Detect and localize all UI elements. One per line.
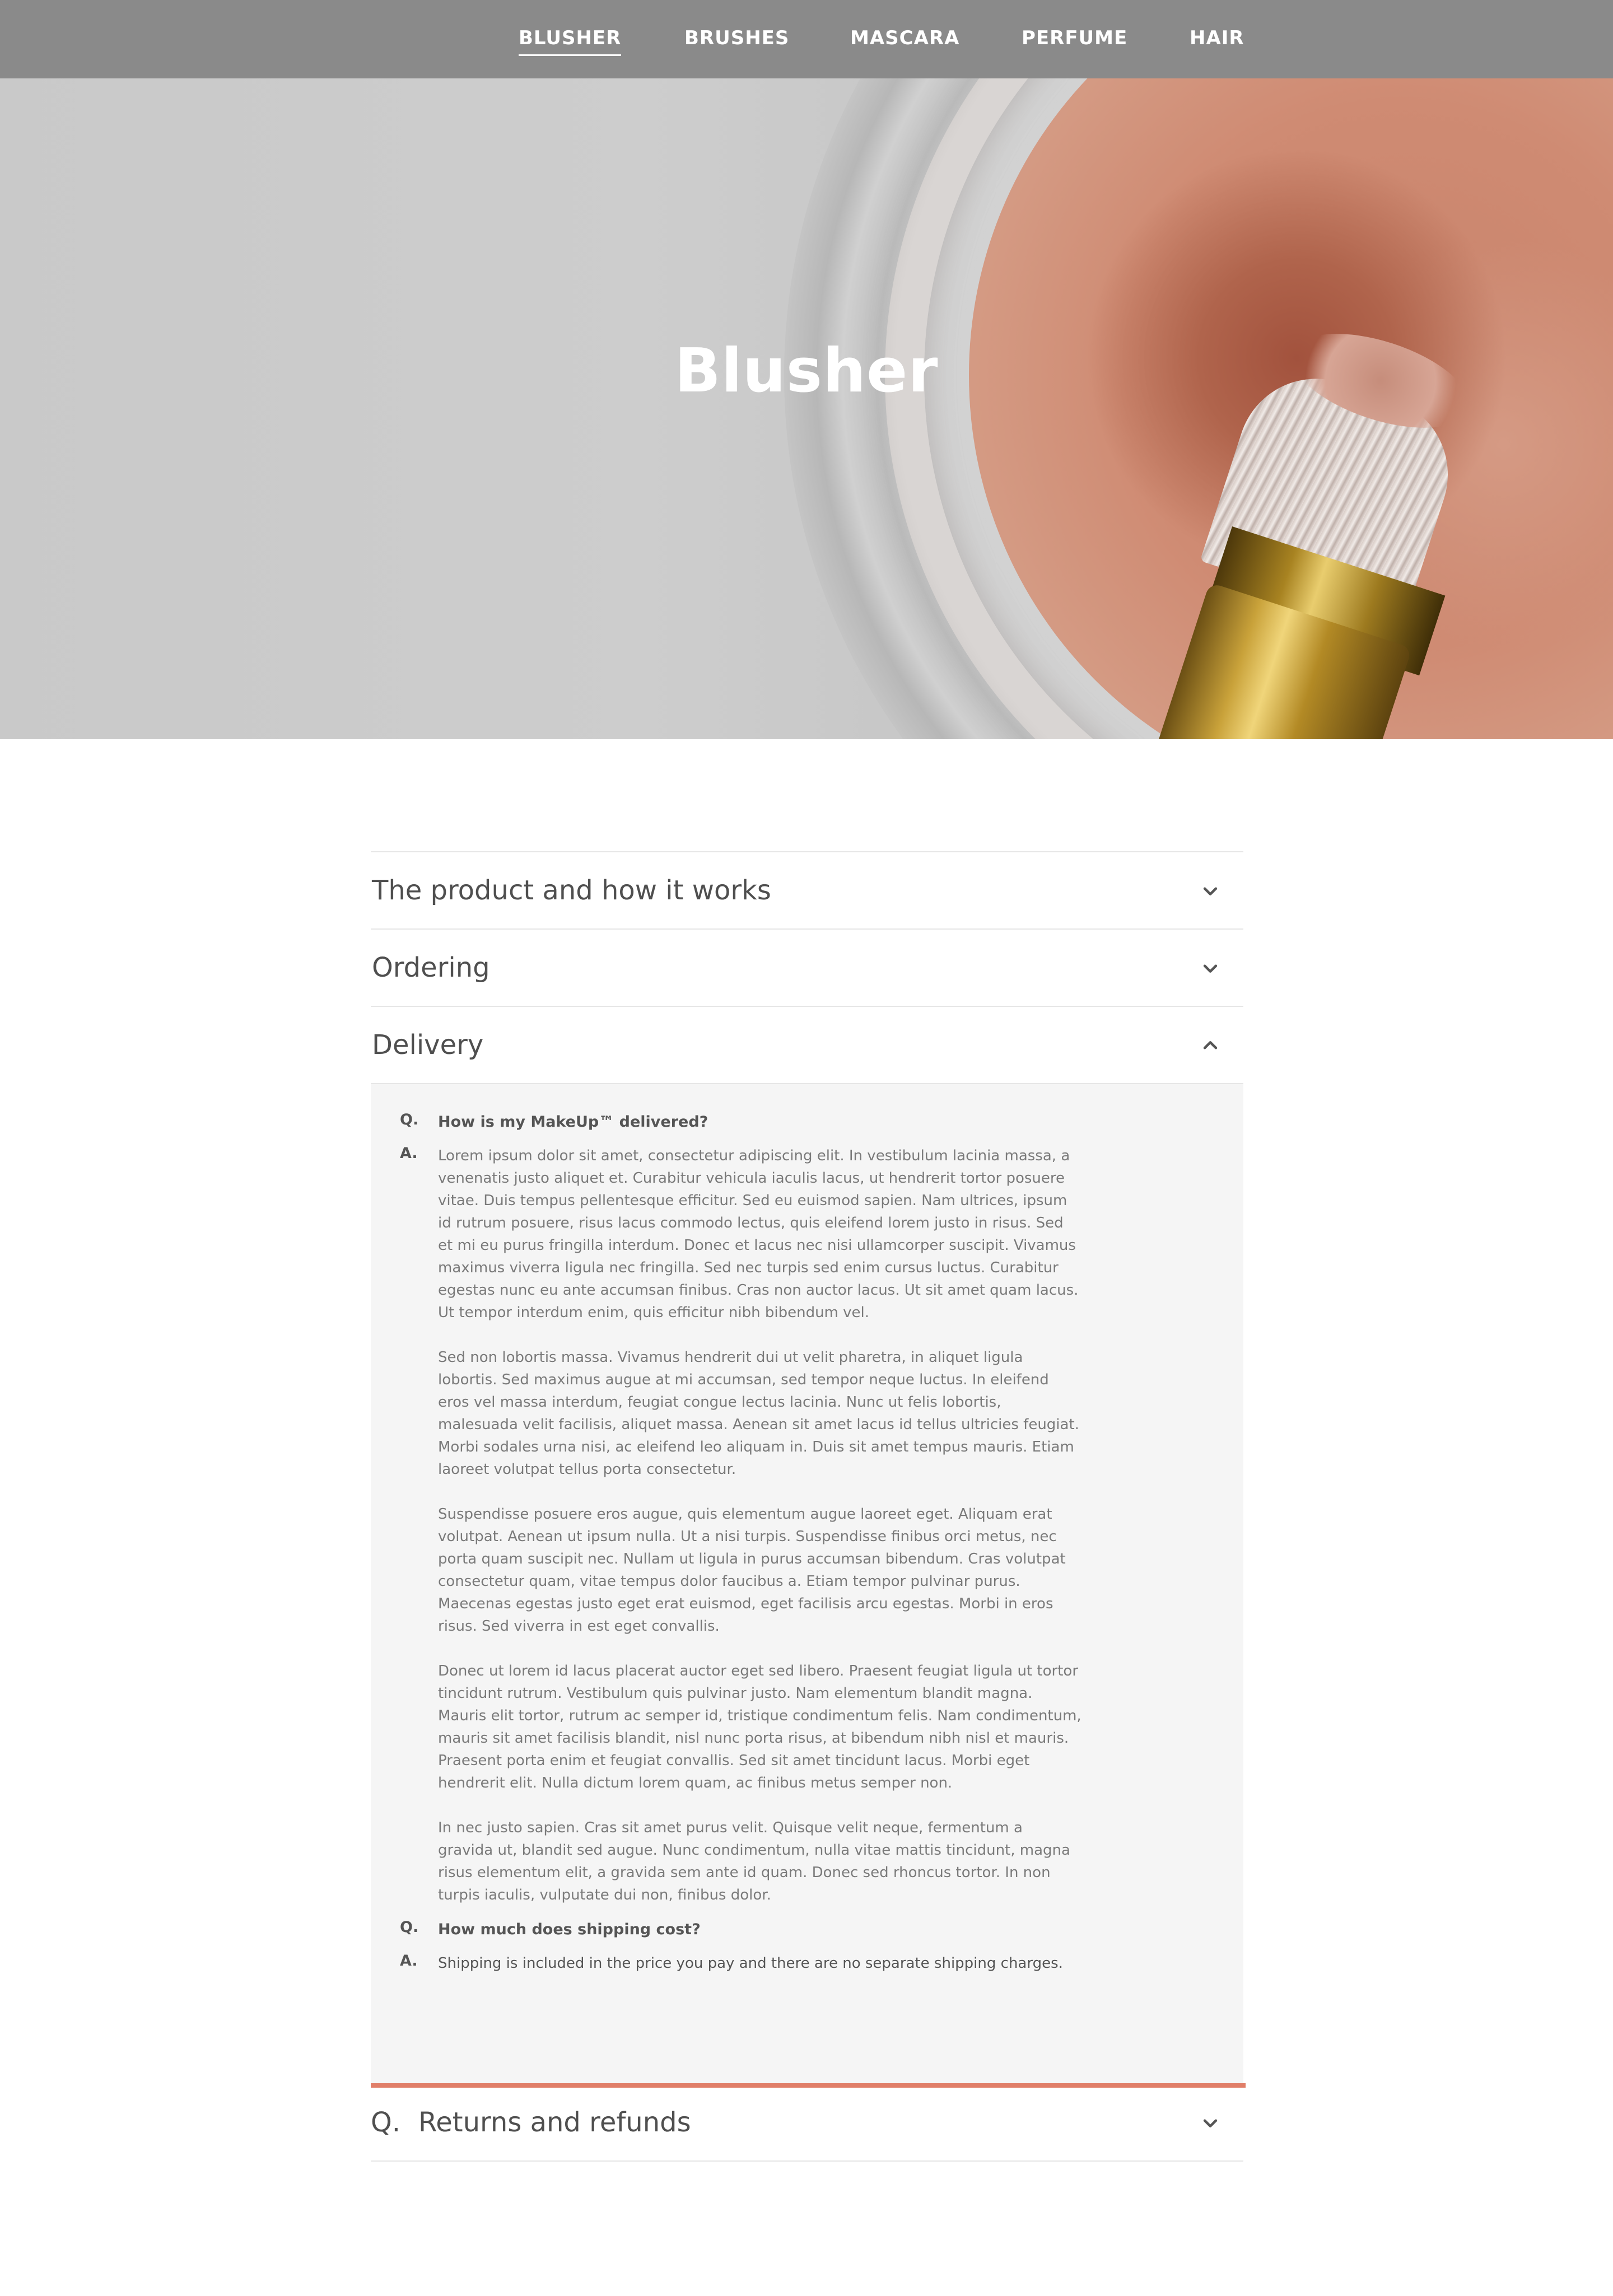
faq-item: Q. How much does shipping cost? A. Shipp… (371, 1919, 1243, 1975)
accordion-panel-delivery: Q. How is my MakeUp™ delivered? A. Lorem… (371, 1083, 1246, 2088)
accordion-header-product[interactable]: The product and how it works (371, 851, 1243, 928)
faq-question: How much does shipping cost? (438, 1921, 701, 1938)
question-marker: Q. (371, 2107, 401, 2138)
question-marker: Q. (400, 1919, 419, 1936)
faq-answer: Lorem ipsum dolor sit amet, consectetur … (438, 1145, 1082, 1906)
nav-item-hair[interactable]: HAIR (1190, 27, 1244, 49)
accordion-title: The product and how it works (372, 875, 771, 906)
page-title: Blusher (674, 336, 939, 406)
answer-paragraph: Sed non lobortis massa. Vivamus hendreri… (438, 1349, 1079, 1478)
answer-paragraph: Lorem ipsum dolor sit amet, consectetur … (438, 1147, 1079, 1321)
accordion-header-delivery[interactable]: Delivery (371, 1006, 1243, 1083)
accordion-header-returns[interactable]: Q. Returns and refunds (371, 2084, 1243, 2162)
faq-accordion: The product and how it works Ordering De… (371, 851, 1246, 2162)
accordion-title: Delivery (372, 1029, 484, 1061)
chevron-down-icon[interactable] (1201, 881, 1220, 900)
hero-banner: Blusher (0, 0, 1613, 739)
nav-item-brushes[interactable]: BRUSHES (684, 27, 789, 49)
answer-paragraph: Donec ut lorem id lacus placerat auctor … (438, 1663, 1081, 1791)
chevron-down-icon[interactable] (1201, 2113, 1220, 2132)
question-marker: Q. (400, 1111, 419, 1128)
answer-paragraph: Suspendisse posuere eros augue, quis ele… (438, 1506, 1066, 1635)
top-nav: BLUSHER BRUSHES MASCARA PERFUME HAIR (0, 0, 1613, 78)
faq-question: How is my MakeUp™ delivered? (438, 1113, 708, 1131)
chevron-down-icon[interactable] (1201, 959, 1220, 978)
answer-paragraph: Shipping is included in the price you pa… (438, 1955, 1063, 1972)
accordion-title: Returns and refunds (418, 2107, 691, 2138)
answer-marker: A. (400, 1145, 418, 1162)
answer-paragraph: In nec justo sapien. Cras sit amet purus… (438, 1819, 1070, 1903)
nav-item-perfume[interactable]: PERFUME (1022, 27, 1127, 49)
faq-item: Q. How is my MakeUp™ delivered? A. Lorem… (371, 1111, 1243, 1906)
nav-item-blusher[interactable]: BLUSHER (519, 27, 622, 56)
answer-marker: A. (400, 1952, 418, 1970)
nav-item-mascara[interactable]: MASCARA (850, 27, 959, 49)
accordion-title: Ordering (372, 952, 490, 983)
faq-answer: Shipping is included in the price you pa… (438, 1952, 1082, 1975)
accordion-header-ordering[interactable]: Ordering (371, 928, 1243, 1006)
chevron-up-icon[interactable] (1201, 1036, 1220, 1055)
